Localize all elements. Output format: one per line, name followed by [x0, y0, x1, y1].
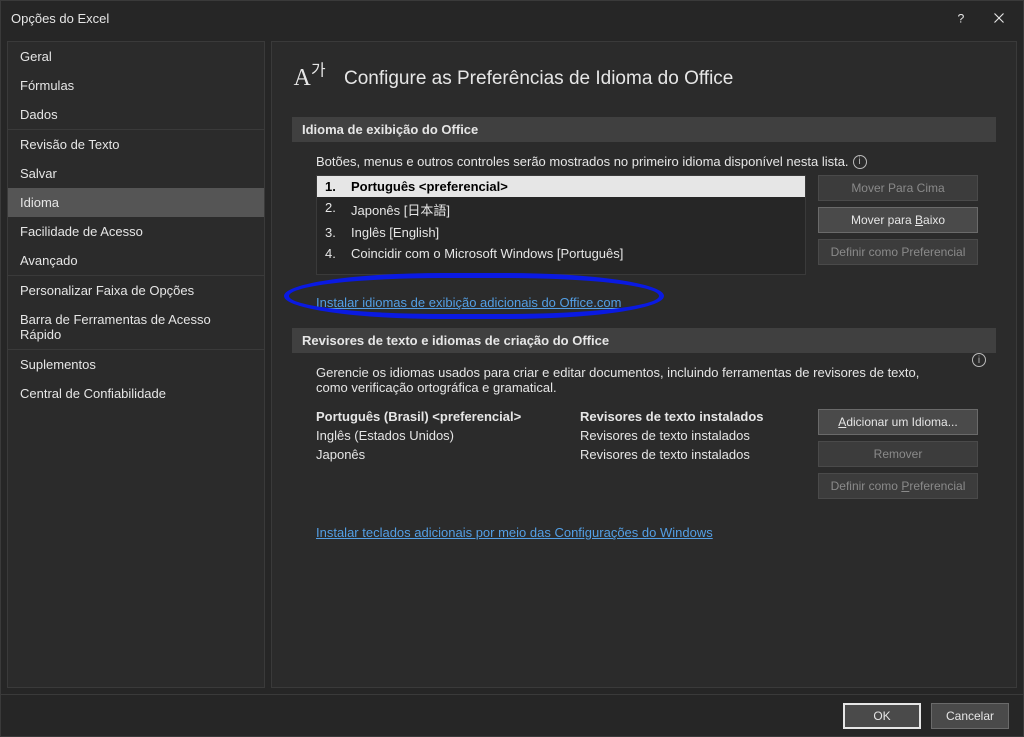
sidebar-item-suplementos[interactable]: Suplementos — [8, 350, 264, 379]
set-pref-button[interactable]: Definir como Preferencial — [818, 239, 978, 265]
sidebar-item-geral[interactable]: Geral — [8, 42, 264, 71]
set-pref-button[interactable]: Definir como Preferencial — [818, 473, 978, 499]
sidebar-item-idioma[interactable]: Idioma — [8, 188, 264, 217]
cancel-button[interactable]: Cancelar — [931, 703, 1009, 729]
info-icon[interactable]: i — [972, 353, 986, 367]
sidebar-item-avancado[interactable]: Avançado — [8, 246, 264, 275]
sidebar-item-barra[interactable]: Barra de Ferramentas de Acesso Rápido — [8, 305, 264, 349]
section-display-desc: Botões, menus e outros controles serão m… — [316, 154, 849, 169]
display-language-list[interactable]: 1. Português <preferencial> 2. Japonês [… — [316, 175, 806, 275]
sidebar-item-confiabilidade[interactable]: Central de Confiabilidade — [8, 379, 264, 408]
main-panel: A 가 Configure as Preferências de Idioma … — [271, 41, 1017, 688]
page-title: Configure as Preferências de Idioma do O… — [344, 68, 733, 90]
page-header: A 가 Configure as Preferências de Idioma … — [292, 58, 996, 99]
titlebar-controls: ? — [951, 8, 1015, 28]
lang-row[interactable]: 2. Japonês [日本語] — [317, 197, 805, 222]
move-up-button[interactable]: Mover Para Cima — [818, 175, 978, 201]
proof-row[interactable]: Japonês Revisores de texto instalados — [316, 445, 806, 464]
section-proof-desc: Gerencie os idiomas usados para criar e … — [316, 365, 978, 395]
remove-button[interactable]: Remover — [818, 441, 978, 467]
lang-row[interactable]: 3. Inglês [English] — [317, 222, 805, 243]
section-display-title: Idioma de exibição do Office — [292, 117, 996, 142]
sidebar: Geral Fórmulas Dados Revisão de Texto Sa… — [7, 41, 265, 688]
sidebar-item-revisao[interactable]: Revisão de Texto — [8, 130, 264, 159]
move-down-button[interactable]: Mover para Baixo — [818, 207, 978, 233]
add-language-button[interactable]: Adicionar um Idioma... — [818, 409, 978, 435]
svg-text:가: 가 — [311, 61, 326, 79]
install-keyboard-link[interactable]: Instalar teclados adicionais por meio da… — [316, 525, 713, 540]
svg-text:?: ? — [958, 11, 965, 25]
sidebar-item-personalizar[interactable]: Personalizar Faixa de Opções — [8, 276, 264, 305]
titlebar: Opções do Excel ? — [1, 1, 1023, 35]
sidebar-item-dados[interactable]: Dados — [8, 100, 264, 129]
svg-text:A: A — [294, 65, 311, 91]
lang-row[interactable]: 1. Português <preferencial> — [317, 176, 805, 197]
proof-row[interactable]: Inglês (Estados Unidos) Revisores de tex… — [316, 426, 806, 445]
lang-row[interactable]: 4. Coincidir com o Microsoft Windows [Po… — [317, 243, 805, 264]
proof-row[interactable]: Português (Brasil) <preferencial> Reviso… — [316, 407, 806, 426]
sidebar-item-facilidade[interactable]: Facilidade de Acesso — [8, 217, 264, 246]
options-dialog: Opções do Excel ? Geral Fórmulas Dados R… — [0, 0, 1024, 737]
language-icon: A 가 — [292, 58, 330, 99]
window-title: Opções do Excel — [9, 11, 951, 26]
dialog-footer: OK Cancelar — [1, 694, 1023, 736]
help-icon[interactable]: ? — [951, 8, 971, 28]
section-proof-title: Revisores de texto e idiomas de criação … — [292, 328, 996, 353]
ok-button[interactable]: OK — [843, 703, 921, 729]
close-icon[interactable] — [989, 8, 1009, 28]
info-icon[interactable]: i — [853, 155, 867, 169]
sidebar-item-formulas[interactable]: Fórmulas — [8, 71, 264, 100]
sidebar-item-salvar[interactable]: Salvar — [8, 159, 264, 188]
install-display-link[interactable]: Instalar idiomas de exibição adicionais … — [316, 295, 621, 310]
